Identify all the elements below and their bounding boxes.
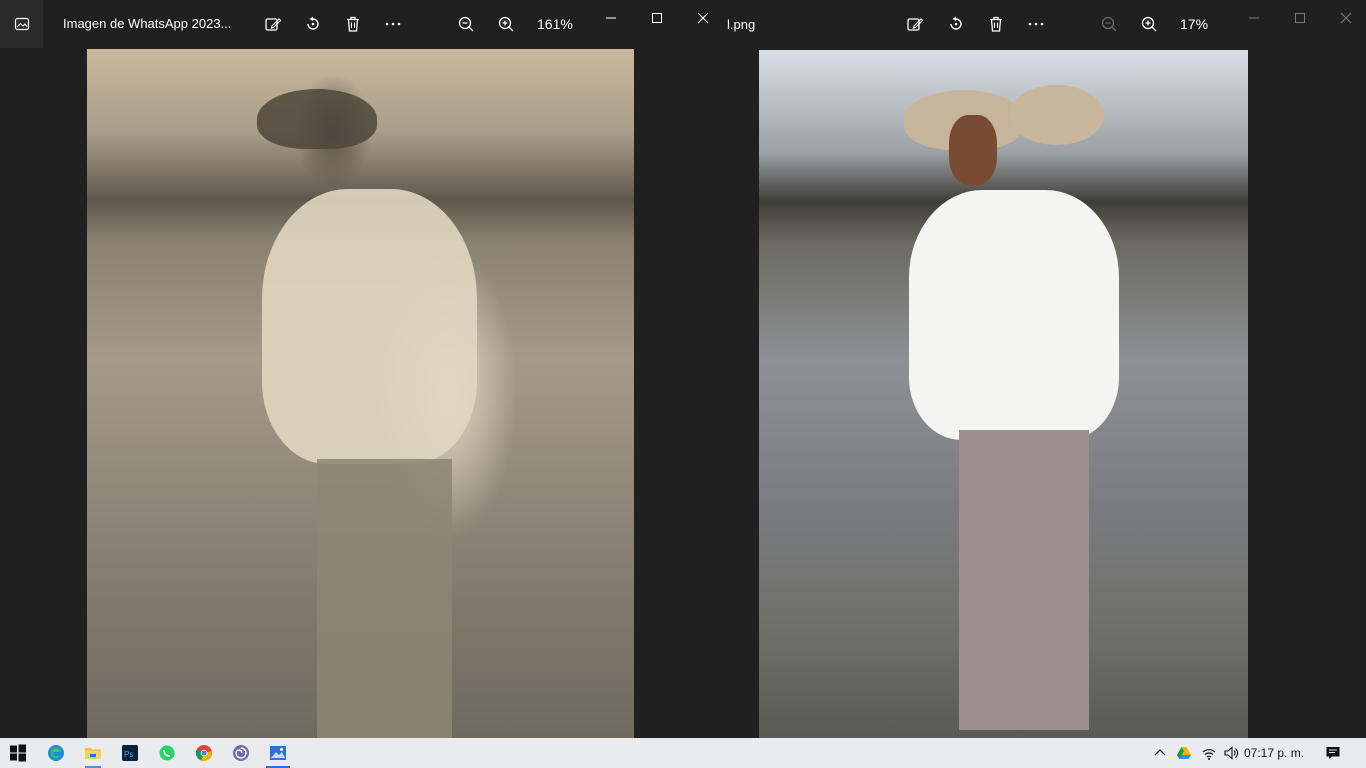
maximize-icon[interactable] <box>646 8 668 28</box>
swirl-app-icon[interactable] <box>223 738 259 768</box>
google-drive-icon[interactable] <box>1174 738 1194 768</box>
minimize-icon[interactable] <box>1243 8 1265 28</box>
edge-icon[interactable] <box>38 738 74 768</box>
photos-app-icon[interactable] <box>0 0 43 48</box>
zoom-in-icon[interactable] <box>1137 12 1161 36</box>
desktop: Imagen de WhatsApp 2023... 161% l.png 17… <box>0 0 1366 738</box>
more-icon[interactable] <box>381 12 405 36</box>
notification-icon[interactable] <box>1322 738 1344 768</box>
whatsapp-icon[interactable] <box>149 738 185 768</box>
edit-image-icon[interactable] <box>261 12 285 36</box>
close-icon[interactable] <box>692 8 714 28</box>
zoom-level[interactable]: 17% <box>1180 16 1208 32</box>
photo-shirt <box>909 190 1119 440</box>
original-photo <box>87 49 634 738</box>
chrome-icon[interactable] <box>186 738 222 768</box>
photo-pants <box>317 459 452 738</box>
title-bar: Imagen de WhatsApp 2023... 161% <box>0 0 727 48</box>
volume-icon[interactable] <box>1221 738 1241 768</box>
photo-child-hat <box>1009 85 1104 145</box>
minimize-icon[interactable] <box>600 8 622 28</box>
more-icon[interactable] <box>1024 12 1048 36</box>
start-icon[interactable] <box>0 738 36 768</box>
wifi-icon[interactable] <box>1199 738 1219 768</box>
photos-taskbar-icon[interactable] <box>260 738 296 768</box>
svg-text:Ps: Ps <box>124 750 133 759</box>
zoom-out-icon[interactable] <box>1097 12 1121 36</box>
zoom-in-icon[interactable] <box>494 12 518 36</box>
chevron-up-icon[interactable] <box>1150 738 1170 768</box>
edit-image-icon[interactable] <box>903 12 927 36</box>
window-title: l.png <box>727 17 756 32</box>
file-explorer-icon[interactable] <box>75 738 111 768</box>
zoom-out-icon[interactable] <box>454 12 478 36</box>
rotate-icon[interactable] <box>301 12 325 36</box>
photoshop-icon[interactable]: Ps <box>112 738 148 768</box>
taskbar: Ps 07:17 p. m. <box>0 738 1366 768</box>
restored-photo <box>759 50 1248 738</box>
title-bar: l.png 17% <box>727 0 1366 48</box>
rotate-icon[interactable] <box>944 12 968 36</box>
trash-icon[interactable] <box>984 12 1008 36</box>
photos-window-left: Imagen de WhatsApp 2023... 161% <box>0 0 727 738</box>
close-icon[interactable] <box>1335 8 1357 28</box>
trash-icon[interactable] <box>341 12 365 36</box>
photo-pants <box>959 430 1089 730</box>
maximize-icon[interactable] <box>1289 8 1311 28</box>
taskbar-clock[interactable]: 07:17 p. m. <box>1244 746 1304 760</box>
photo-hat <box>257 89 377 149</box>
zoom-level[interactable]: 161% <box>537 16 573 32</box>
photo-face <box>949 115 997 185</box>
window-title: Imagen de WhatsApp 2023... <box>63 16 232 31</box>
photo-shirt <box>262 189 477 464</box>
